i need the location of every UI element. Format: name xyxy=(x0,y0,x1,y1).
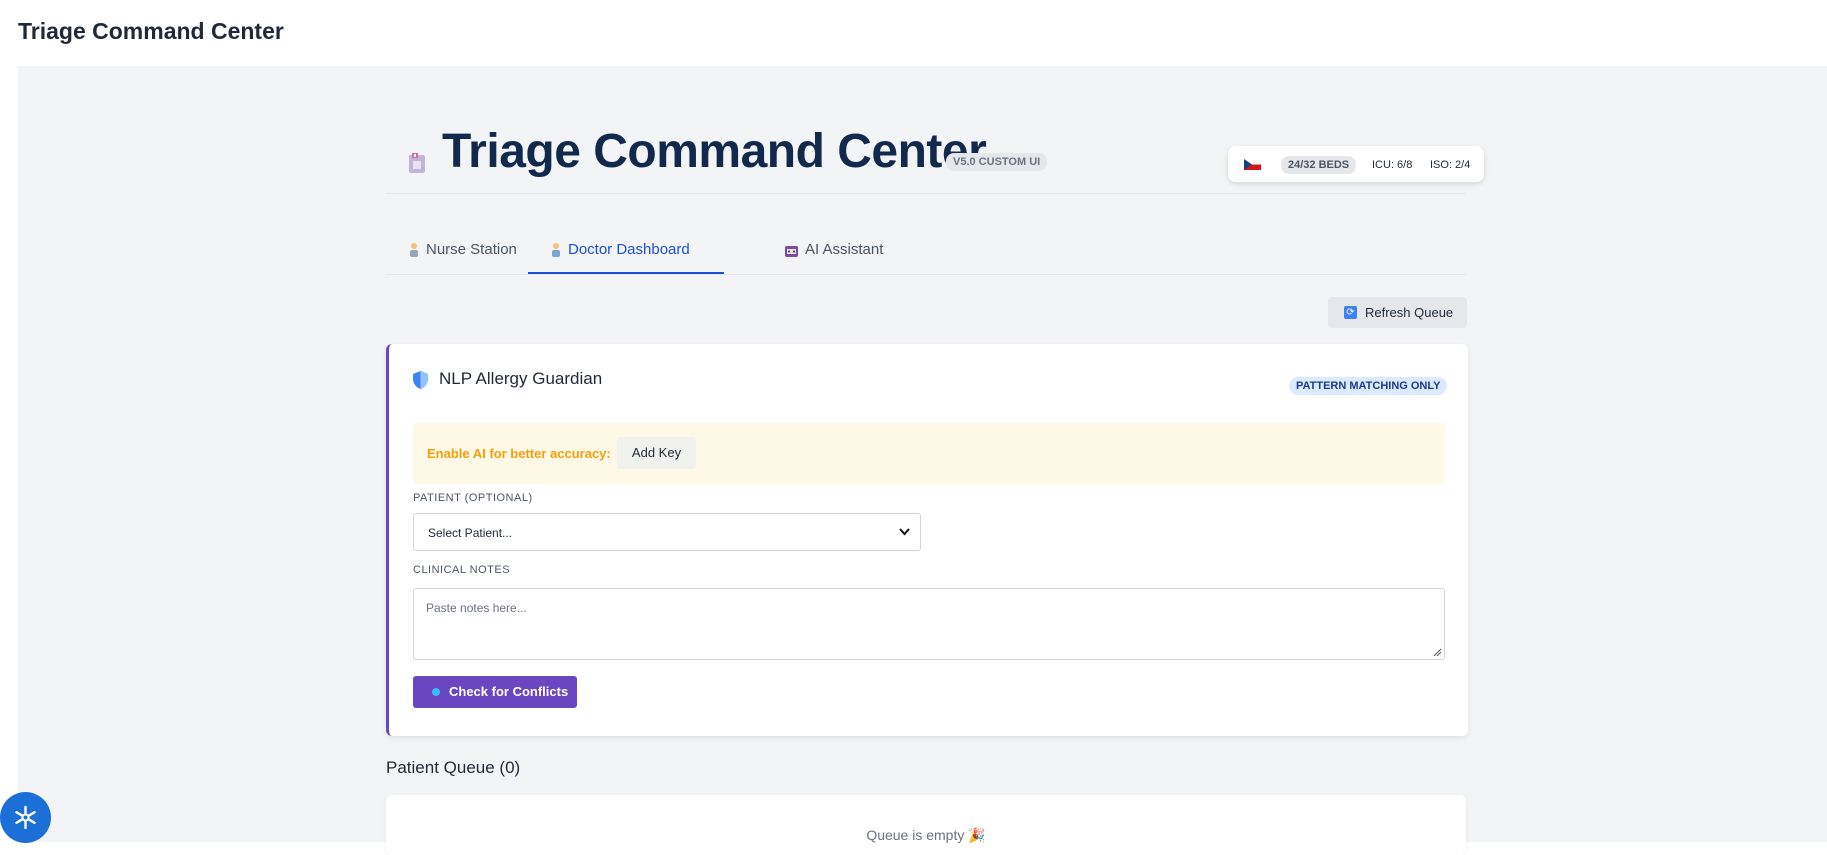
check-button-label: Check for Conflicts xyxy=(449,684,569,699)
patient-select[interactable]: Select Patient... xyxy=(413,513,921,551)
refresh-queue-button[interactable]: ⟳ Refresh Queue xyxy=(1328,297,1467,328)
tab-label: AI Assistant xyxy=(805,241,884,258)
tab-label: Nurse Station xyxy=(426,241,517,258)
patient-queue-title: Patient Queue (0) xyxy=(386,758,521,777)
queue-empty-message: Queue is empty 🎉 xyxy=(866,827,986,843)
snowflake-icon xyxy=(15,805,36,830)
resize-grip-icon[interactable] xyxy=(1433,648,1442,657)
clinical-notes-input[interactable]: Paste notes here... xyxy=(413,588,1445,660)
doctor-icon xyxy=(552,243,560,258)
tab-bar: Nurse Station Doctor Dashboard AI Assist… xyxy=(386,228,1466,275)
patient-select-value: Select Patient... xyxy=(428,526,513,540)
settings-fab-button[interactable] xyxy=(0,792,51,843)
nurse-icon xyxy=(410,243,418,258)
chevron-down-icon xyxy=(899,528,910,536)
allergy-guardian-card: NLP Allergy Guardian PATTERN MATCHING ON… xyxy=(386,344,1468,736)
patient-queue-list: Queue is empty 🎉 xyxy=(386,795,1466,855)
tab-ai-assistant[interactable]: AI Assistant xyxy=(784,228,883,274)
top-bar: Triage Command Center xyxy=(0,0,1827,66)
iso-stat: ISO: 2/4 xyxy=(1430,159,1471,171)
notes-placeholder: Paste notes here... xyxy=(426,601,527,615)
ai-prompt-text: Enable AI for better accuracy: xyxy=(427,446,611,461)
main-canvas: Triage Command Center V5.0 CUSTOM UI 24/… xyxy=(18,66,1827,855)
refresh-label: Refresh Queue xyxy=(1365,305,1454,320)
add-key-button[interactable]: Add Key xyxy=(617,437,696,469)
refresh-icon: ⟳ xyxy=(1344,306,1357,319)
tab-doctor-dashboard[interactable]: Doctor Dashboard xyxy=(528,228,724,274)
patient-label: PATIENT (OPTIONAL) xyxy=(413,492,533,504)
tab-label: Doctor Dashboard xyxy=(568,241,690,258)
app-title: Triage Command Center xyxy=(18,18,284,44)
tab-nurse-station[interactable]: Nurse Station xyxy=(408,228,517,274)
page-header: Triage Command Center V5.0 CUSTOM UI 24/… xyxy=(386,96,1484,194)
ai-upgrade-banner: Enable AI for better accuracy: Add Key xyxy=(413,423,1445,484)
capacity-stats: 24/32 BEDS ICU: 6/8 ISO: 2/4 xyxy=(1228,146,1484,182)
header-divider xyxy=(386,193,1466,194)
card-title: NLP Allergy Guardian xyxy=(439,369,603,388)
robot-icon xyxy=(785,245,798,257)
version-badge: V5.0 CUSTOM UI xyxy=(946,153,1048,171)
mode-badge: PATTERN MATCHING ONLY xyxy=(1289,377,1448,395)
icu-stat: ICU: 6/8 xyxy=(1372,159,1413,171)
notes-label: CLINICAL NOTES xyxy=(413,564,511,576)
shield-icon xyxy=(413,371,428,389)
hospital-icon xyxy=(409,153,425,173)
status-dot-icon xyxy=(432,688,440,696)
page-title: Triage Command Center xyxy=(442,125,987,178)
flag-icon xyxy=(1244,159,1261,170)
check-conflicts-button[interactable]: Check for Conflicts xyxy=(413,676,577,708)
beds-badge: 24/32 BEDS xyxy=(1281,156,1357,174)
